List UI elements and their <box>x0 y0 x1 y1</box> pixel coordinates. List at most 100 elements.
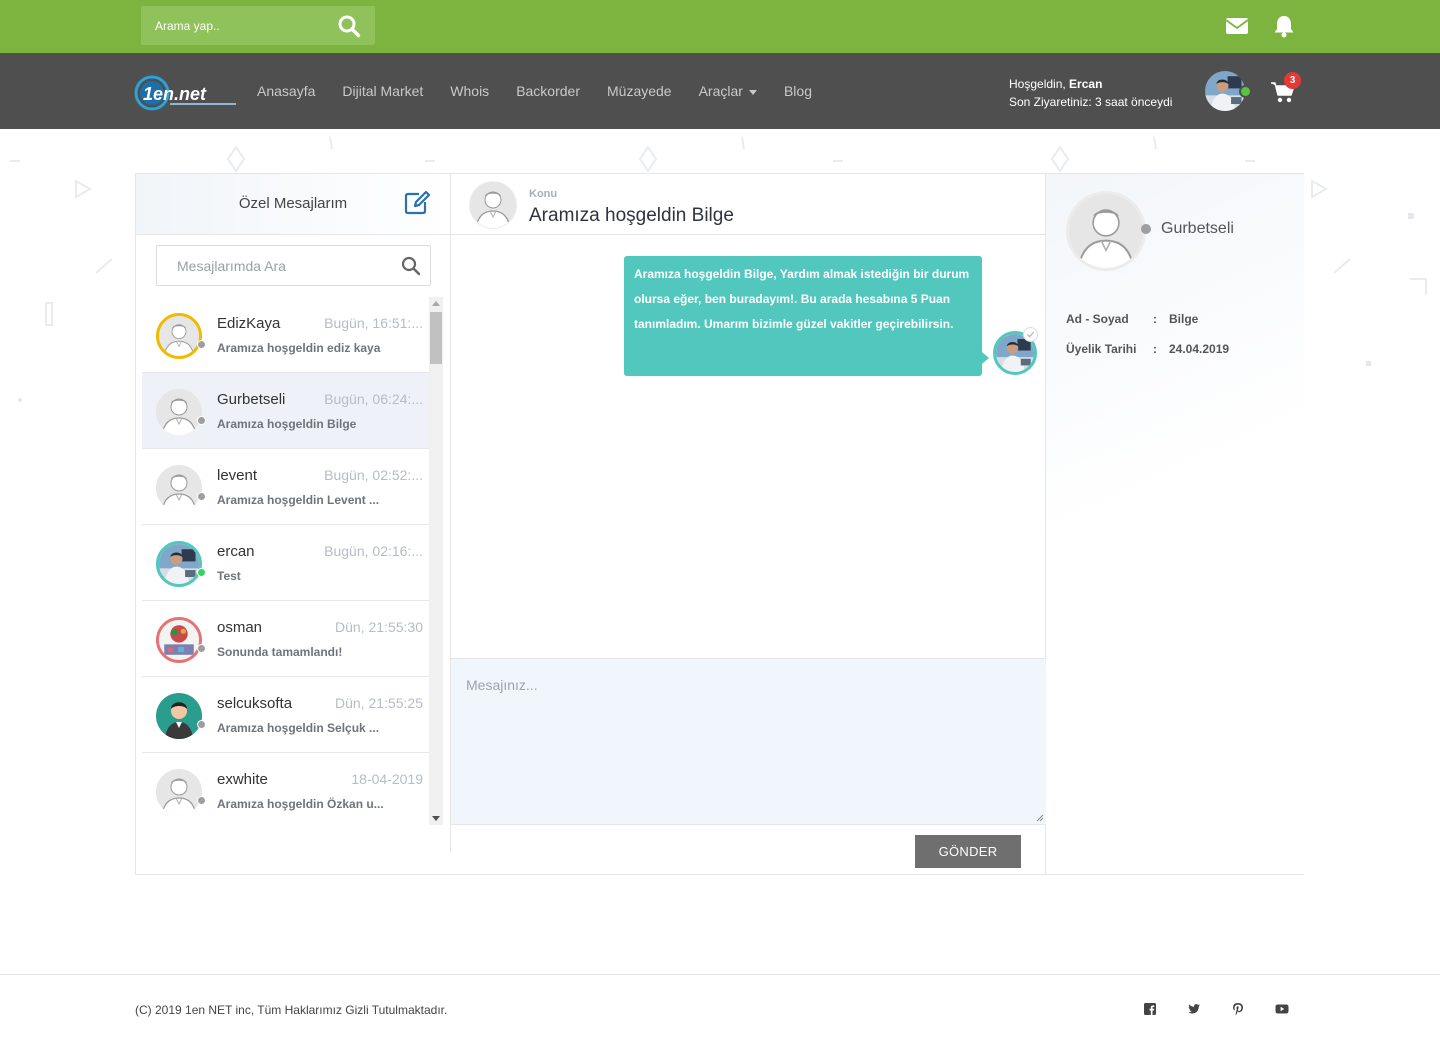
avatar <box>156 693 202 739</box>
scroll-thumb[interactable] <box>430 312 442 364</box>
nav-link-dijital-market[interactable]: Dijital Market <box>342 83 423 99</box>
conversation-preview: Aramıza hoşgeldin Özkan u... <box>217 797 384 811</box>
status-dot <box>197 340 206 349</box>
conversation-preview: Aramıza hoşgeldin Levent ... <box>217 493 380 507</box>
nav-link-araclar[interactable]: Araçlar <box>699 83 757 99</box>
top-bar <box>0 0 1440 53</box>
send-button[interactable]: GÖNDER <box>915 835 1021 868</box>
conversation-preview: Aramıza hoşgeldin Bilge <box>217 417 357 431</box>
conversation-time: Bugün, 06:24:... <box>324 391 423 407</box>
conversation-preview: Aramıza hoşgeldin Selçuk ... <box>217 721 380 735</box>
nav-link-muzayede[interactable]: Müzayede <box>607 83 672 99</box>
site-search-input[interactable] <box>141 6 331 45</box>
online-check-icon <box>1239 85 1252 98</box>
conversation-item-exwhite[interactable]: exwhite 18-04-2019 Aramıza hoşgeldin Özk… <box>142 753 429 825</box>
site-search-box <box>141 6 375 45</box>
bell-icon[interactable] <box>1271 13 1297 39</box>
conversation-list: EdizKaya Bugün, 16:51:... Aramıza hoşgel… <box>142 297 429 825</box>
subject-label: Konu <box>529 188 558 200</box>
twitter-icon[interactable] <box>1187 1002 1201 1016</box>
avatar <box>469 181 517 229</box>
conversation-time: Bugün, 16:51:... <box>324 315 423 331</box>
conversation-item-gurbetseli[interactable]: Gurbetseli Bugün, 06:24:... Aramıza hoşg… <box>142 373 429 449</box>
conversation-time: 18-04-2019 <box>351 771 423 787</box>
nav-link-backorder[interactable]: Backorder <box>516 83 580 99</box>
bubble-tail <box>982 352 989 364</box>
welcome-text: Hoşgeldin, Ercan Son Ziyaretiniz: 3 saat… <box>1009 75 1172 111</box>
conversation-name: ercan <box>217 543 255 560</box>
nav-link-whois[interactable]: Whois <box>450 83 489 99</box>
message-search-box <box>156 245 431 286</box>
conversation-panel: Özel Mesajlarım EdizKaya Bugün, 16:51:..… <box>136 174 451 852</box>
conversation-preview: Test <box>217 569 241 583</box>
logo-text: 1en.net <box>143 84 207 104</box>
search-icon[interactable] <box>337 14 361 38</box>
conversation-item-edizkaya[interactable]: EdizKaya Bugün, 16:51:... Aramıza hoşgel… <box>142 297 429 373</box>
conversation-name: Gurbetseli <box>217 391 286 408</box>
scroll-up-icon[interactable] <box>432 301 440 306</box>
conversation-time: Dün, 21:55:25 <box>335 695 423 711</box>
search-icon[interactable] <box>401 256 421 276</box>
main-nav: 1en.net Anasayfa Dijital Market Whois Ba… <box>0 53 1440 129</box>
nav-link-araclar-label: Araçlar <box>698 83 743 99</box>
chat-header: Konu Aramıza hoşgeldin Bilge <box>451 174 1045 235</box>
welcome-user: Ercan <box>1069 77 1103 91</box>
facebook-icon[interactable] <box>1143 1002 1157 1016</box>
status-dot <box>1141 224 1151 234</box>
conversation-time: Dün, 21:55:30 <box>335 619 423 635</box>
last-visit: Son Ziyaretiniz: 3 saat önceydi <box>1009 95 1173 109</box>
conversation-time: Bugün, 02:16:... <box>324 543 423 559</box>
conversation-item-selcuksofta[interactable]: selcuksofta Dün, 21:55:25 Aramıza hoşgel… <box>142 677 429 753</box>
message-bubble: Aramıza hoşgeldin Bilge, Yardım almak is… <box>624 256 982 376</box>
cart-count-badge: 3 <box>1284 72 1301 89</box>
conversation-name: levent <box>217 467 258 484</box>
field-value: Bilge <box>1169 312 1199 326</box>
chat-subject: Aramıza hoşgeldin Bilge <box>529 205 734 226</box>
welcome-prefix: Hoşgeldin, <box>1009 77 1066 91</box>
conversation-item-ercan[interactable]: ercan Bugün, 02:16:... Test <box>142 525 429 601</box>
conversation-name: selcuksofta <box>217 695 293 712</box>
avatar <box>156 541 202 587</box>
nav-link-anasayfa[interactable]: Anasayfa <box>257 83 315 99</box>
conversation-item-levent[interactable]: levent Bugün, 02:52:... Aramıza hoşgeldi… <box>142 449 429 525</box>
nav-link-blog[interactable]: Blog <box>784 83 812 99</box>
profile-avatar <box>1066 191 1146 271</box>
profile-username: Gurbetseli <box>1161 220 1234 237</box>
message-search-input[interactable] <box>157 246 397 285</box>
avatar <box>156 389 202 435</box>
nav-links: Anasayfa Dijital Market Whois Backorder … <box>257 53 839 129</box>
profile-panel: Gurbetseli Ad - Soyad : Bilge Üyelik Tar… <box>1046 174 1304 874</box>
conversation-preview: Aramıza hoşgeldin ediz kaya <box>217 341 381 355</box>
field-separator: : <box>1153 312 1157 326</box>
pinterest-icon[interactable] <box>1231 1002 1245 1016</box>
avatar <box>156 769 202 815</box>
caret-down-icon <box>748 89 757 95</box>
read-check-icon <box>1023 327 1038 342</box>
site-logo[interactable]: 1en.net <box>134 75 238 111</box>
conversation-name: osman <box>217 619 263 636</box>
scroll-down-icon[interactable] <box>432 816 440 821</box>
conversation-name: exwhite <box>217 771 268 788</box>
status-dot <box>197 416 206 425</box>
avatar <box>156 313 202 359</box>
status-dot <box>197 492 206 501</box>
conversation-panel-header: Özel Mesajlarım <box>136 174 450 235</box>
field-value: 24.04.2019 <box>1169 342 1230 356</box>
new-message-icon[interactable] <box>404 190 431 215</box>
field-label: Ad - Soyad <box>1066 312 1129 326</box>
chat-panel: Konu Aramıza hoşgeldin Bilge Aramıza hoş… <box>451 174 1046 874</box>
envelope-icon[interactable] <box>1224 13 1250 39</box>
conversation-name: EdizKaya <box>217 315 281 332</box>
status-dot <box>197 644 206 653</box>
conversation-item-osman[interactable]: osman Dün, 21:55:30 Sonunda tamamlandı! <box>142 601 429 677</box>
conversation-preview: Sonunda tamamlandı! <box>217 645 343 659</box>
message-textarea[interactable] <box>451 659 1046 824</box>
resize-handle-icon[interactable] <box>1036 814 1044 822</box>
copyright-text: (C) 2019 1en NET inc, Tüm Haklarımız Giz… <box>135 1003 448 1017</box>
conversation-time: Bugün, 02:52:... <box>324 467 423 483</box>
status-dot <box>197 568 206 577</box>
youtube-icon[interactable] <box>1275 1002 1289 1016</box>
messages-card: Özel Mesajlarım EdizKaya Bugün, 16:51:..… <box>135 173 1304 875</box>
conversation-scrollbar[interactable] <box>429 297 443 825</box>
status-dot <box>197 796 206 805</box>
